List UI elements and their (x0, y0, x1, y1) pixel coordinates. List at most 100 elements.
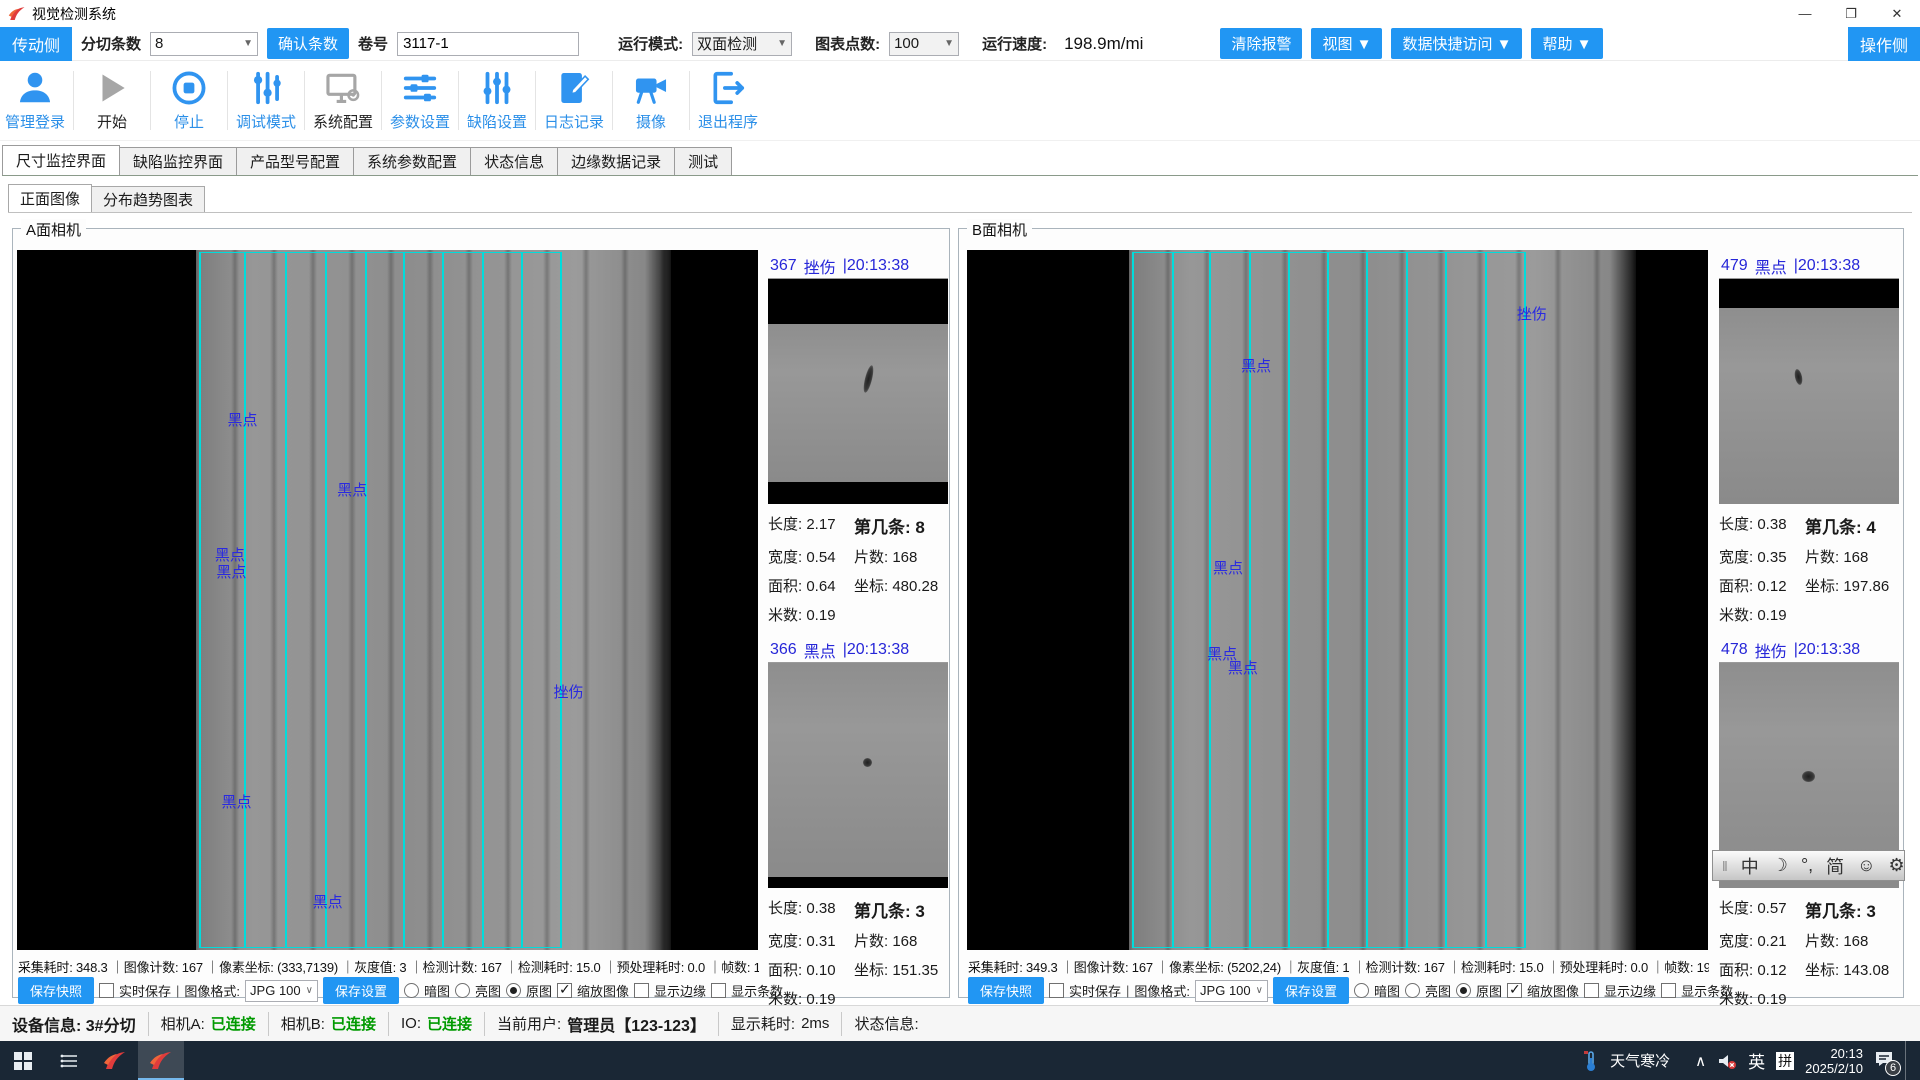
chart-points-select[interactable]: 100 ▼ (889, 32, 959, 56)
tab-product-model-config[interactable]: 产品型号配置 (236, 147, 354, 175)
ime-settings-gear-icon[interactable]: ⚙ (1889, 855, 1905, 876)
dark-image-radio[interactable] (1354, 983, 1369, 998)
defect-thumbnail (1719, 279, 1899, 504)
detection-bounds-rect (199, 252, 561, 948)
ime-simplified-toggle[interactable]: 简 (1826, 853, 1844, 879)
capture-button[interactable]: 摄像 (616, 61, 686, 140)
clear-alarm-button[interactable]: 清除报警 (1220, 28, 1302, 59)
minimize-button[interactable]: — (1782, 0, 1828, 27)
tab-edge-data-record[interactable]: 边缘数据记录 (557, 147, 675, 175)
weather-text[interactable]: 天气寒冷 (1610, 1050, 1670, 1071)
subtab-distribution-chart[interactable]: 分布趋势图表 (91, 186, 205, 212)
exit-program-button[interactable]: 退出程序 (693, 61, 763, 140)
view-menu-button[interactable]: 视图 ▼ (1311, 28, 1382, 59)
subtab-front-image[interactable]: 正面图像 (8, 184, 92, 212)
original-image-radio[interactable] (506, 983, 521, 998)
ime-grip-handle[interactable]: ‖ (1722, 858, 1728, 874)
language-indicator[interactable]: 英 (1748, 1048, 1765, 1073)
volume-muted-icon[interactable] (1717, 1052, 1737, 1070)
image-format-select[interactable]: JPG 100 ∨ (1195, 980, 1268, 1002)
defect-annotation-label: 黑点 (337, 479, 367, 500)
tray-expand-chevron-icon[interactable]: ∧ (1695, 1052, 1706, 1070)
show-strips-checkbox[interactable] (1661, 983, 1676, 998)
drive-side-button[interactable]: 传动侧 (0, 27, 72, 61)
run-mode-select[interactable]: 双面检测 ▼ (692, 32, 792, 56)
system-config-button[interactable]: 系统配置 (308, 61, 378, 140)
roll-number-input[interactable] (397, 32, 579, 56)
log-record-button[interactable]: 日志记录 (539, 61, 609, 140)
ime-halfwidth-moon-icon[interactable]: ☽ (1772, 855, 1788, 876)
ime-chinese-mode[interactable]: 中 (1741, 853, 1759, 879)
defect-sliders-icon (478, 69, 516, 107)
start-button[interactable]: 开始 (77, 61, 147, 140)
tab-defect-monitor[interactable]: 缺陷监控界面 (119, 147, 237, 175)
tab-test[interactable]: 测试 (674, 147, 732, 175)
save-settings-button[interactable]: 保存设置 (323, 977, 399, 1004)
close-button[interactable]: ✕ (1874, 0, 1920, 27)
debug-mode-button[interactable]: 调试模式 (231, 61, 301, 140)
slit-count-select[interactable]: 8 ▼ (150, 32, 258, 56)
image-format-select[interactable]: JPG 100 ∨ (245, 980, 318, 1002)
operator-side-button[interactable]: 操作侧 (1848, 27, 1920, 61)
tab-status-info[interactable]: 状态信息 (470, 147, 558, 175)
stop-button[interactable]: 停止 (154, 61, 224, 140)
data-quick-access-button[interactable]: 数据快捷访问 ▼ (1391, 28, 1522, 59)
camera-b-image: 挫伤黑点黑点黑点黑点 (967, 250, 1708, 950)
dark-image-radio[interactable] (404, 983, 419, 998)
help-menu-button[interactable]: 帮助 ▼ (1531, 28, 1602, 59)
save-snapshot-button[interactable]: 保存快照 (968, 977, 1044, 1004)
camera-a-panel: A面相机 黑点黑点黑点黑点挫伤黑点黑点 367 挫伤 |20:13:38 长度:… (12, 228, 950, 998)
defect-card[interactable]: 479 黑点 |20:13:38 长度: 0.38 第几条: 4 宽度: 0.3… (1719, 254, 1899, 619)
bright-image-radio[interactable] (455, 983, 470, 998)
task-view-button[interactable] (46, 1041, 92, 1080)
roll-number-label: 卷号 (358, 33, 388, 54)
taskbar-app-vision[interactable] (92, 1041, 138, 1080)
bright-image-radio[interactable] (1405, 983, 1420, 998)
strip-divider-line (560, 252, 562, 948)
original-image-radio[interactable] (1456, 983, 1471, 998)
tab-size-monitor[interactable]: 尺寸监控界面 (2, 145, 120, 175)
defect-annotation-label: 黑点 (1241, 355, 1271, 376)
slit-count-label: 分切条数 (81, 33, 141, 54)
show-strips-checkbox[interactable] (711, 983, 726, 998)
defect-card[interactable]: 366 黑点 |20:13:38 长度: 0.38 第几条: 3 宽度: 0.3… (768, 638, 948, 998)
ime-emoji-icon[interactable]: ☺ (1857, 855, 1875, 876)
start-button[interactable] (0, 1041, 46, 1080)
camera-b-controls: 保存快照 实时保存 | 图像格式: JPG 100 ∨ 保存设置 暗图 亮图 原… (968, 977, 1733, 1004)
realtime-save-label: 实时保存 (119, 981, 171, 1000)
run-mode-label: 运行模式: (618, 33, 683, 54)
zoom-image-label: 缩放图像 (577, 981, 629, 1000)
zoom-image-checkbox[interactable] (557, 983, 572, 998)
io-conn-status: 已连接 (427, 1013, 472, 1034)
ime-mode-badge[interactable]: 拼 (1776, 1052, 1794, 1070)
taskbar-clock[interactable]: 20:13 2025/2/10 (1805, 1046, 1863, 1076)
zoom-image-checkbox[interactable] (1507, 983, 1522, 998)
parameter-settings-button[interactable]: 参数设置 (385, 61, 455, 140)
camera-b-panel: B面相机 挫伤黑点黑点黑点黑点 479 黑点 |20:13:38 长度: 0.3… (958, 228, 1904, 998)
defect-settings-button[interactable]: 缺陷设置 (462, 61, 532, 140)
realtime-save-checkbox[interactable] (99, 983, 114, 998)
save-settings-button[interactable]: 保存设置 (1273, 977, 1349, 1004)
sub-tabstrip: 正面图像 分布趋势图表 (8, 184, 1912, 213)
defect-stats: 长度: 2.17 第几条: 8 宽度: 0.54 片数: 168 面积: 0.6… (768, 504, 948, 625)
defect-card[interactable]: 367 挫伤 |20:13:38 长度: 2.17 第几条: 8 宽度: 0.5… (768, 254, 948, 619)
defect-annotation-label: 黑点 (313, 891, 343, 912)
taskbar-app-vision-active[interactable] (138, 1041, 184, 1080)
realtime-save-checkbox[interactable] (1049, 983, 1064, 998)
maximize-button[interactable]: ❐ (1828, 0, 1874, 27)
dark-image-label: 暗图 (424, 981, 450, 1000)
camera-a-controls: 保存快照 实时保存 | 图像格式: JPG 100 ∨ 保存设置 暗图 亮图 原… (18, 977, 783, 1004)
thermometer-icon[interactable] (1583, 1050, 1599, 1072)
notification-center-button[interactable]: 6 (1874, 1050, 1894, 1072)
confirm-count-button[interactable]: 确认条数 (267, 28, 349, 59)
defect-header: 478 挫伤 |20:13:38 (1719, 638, 1899, 663)
ime-punctuation-toggle[interactable]: °, (1801, 855, 1813, 876)
tab-system-param-config[interactable]: 系统参数配置 (353, 147, 471, 175)
show-edge-checkbox[interactable] (1584, 983, 1599, 998)
show-edge-checkbox[interactable] (634, 983, 649, 998)
defect-card[interactable]: 478 挫伤 |20:13:38 长度: 0.57 第几条: 3 宽度: 0.2… (1719, 638, 1899, 998)
log-icon (555, 69, 593, 107)
save-snapshot-button[interactable]: 保存快照 (18, 977, 94, 1004)
show-desktop-button[interactable] (1905, 1041, 1910, 1080)
admin-login-button[interactable]: 管理登录 (0, 61, 70, 140)
